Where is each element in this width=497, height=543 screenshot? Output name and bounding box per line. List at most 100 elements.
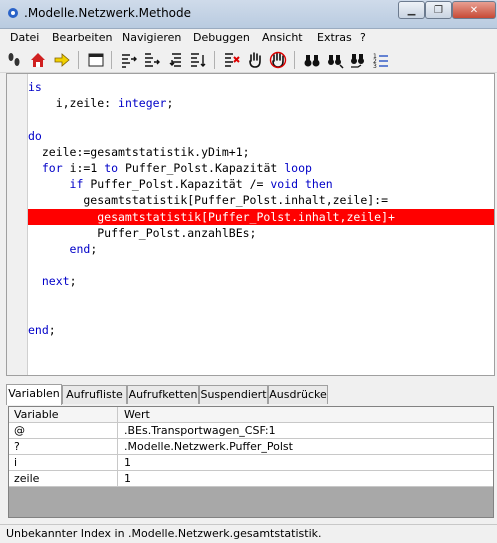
code-text: Puffer_Polst.Kapazität /= [83, 177, 271, 192]
code-line[interactable]: zeile:=gesamtstatistik.yDim+1; [28, 144, 494, 160]
table-row[interactable]: i 1 [9, 455, 493, 471]
stop-hand-icon[interactable] [269, 51, 287, 69]
code-line[interactable]: i,zeile: integer; [28, 95, 494, 111]
keyword: if [69, 177, 84, 192]
keyword: next [41, 274, 70, 289]
variable-name: zeile [9, 471, 118, 486]
minimize-button[interactable]: ▁ [398, 1, 425, 19]
menu-extras[interactable]: Extras [317, 31, 352, 44]
svg-text:3: 3 [373, 63, 377, 69]
menu-debuggen[interactable]: Debuggen [193, 31, 250, 44]
table-header: Variable Wert [9, 407, 493, 423]
maximize-button[interactable]: ❐ [425, 1, 452, 19]
code-text: ; [69, 274, 77, 289]
code-text: zeile:=gesamtstatistik.yDim+1; [28, 144, 250, 159]
toolbar-separator [111, 51, 112, 69]
code-line[interactable] [28, 290, 494, 306]
variable-value: .BEs.Transportwagen_CSF:1 [124, 424, 276, 437]
code-text: Puffer_Polst.Kapazität [118, 161, 285, 175]
tab-aufrufliste[interactable]: Aufrufliste [62, 385, 127, 404]
find-replace-icon[interactable] [326, 51, 344, 69]
code-line[interactable]: next; [28, 273, 494, 289]
keyword: integer [118, 96, 167, 111]
tab-aufrufketten[interactable]: Aufrufketten [127, 385, 199, 404]
breakpoint-icon[interactable] [223, 51, 241, 69]
menu-datei[interactable]: Datei [10, 31, 39, 44]
code-line[interactable]: end; [28, 322, 494, 338]
footsteps-icon[interactable] [5, 51, 23, 69]
menu-bar: Datei Bearbeiten Navigieren Debuggen Ans… [0, 29, 497, 47]
window-title: .Modelle.Netzwerk.Methode [24, 6, 192, 20]
code-text: gesamtstatistik[Puffer_Polst.inhalt,zeil… [28, 209, 395, 224]
app-icon [6, 6, 20, 20]
code-editor[interactable]: is i,zeile: integer; do zeile:=gesamtstat… [6, 73, 495, 376]
toolbar-separator [294, 51, 295, 69]
find-next-icon[interactable] [349, 51, 367, 69]
code-line[interactable]: is [28, 79, 494, 95]
keyword: end [69, 242, 91, 256]
menu-navigieren[interactable]: Navigieren [122, 31, 181, 44]
code-line[interactable]: gesamtstatistik[Puffer_Polst.inhalt,zeil… [28, 192, 494, 208]
status-bar: Unbekannter Index in .Modelle.Netzwerk.g… [0, 524, 497, 543]
table-row[interactable]: ? .Modelle.Netzwerk.Puffer_Polst [9, 439, 493, 455]
keyword: then [304, 177, 333, 192]
variable-name: @ [9, 423, 118, 438]
step-out-icon[interactable] [189, 51, 207, 69]
tab-variablen[interactable]: Variablen [6, 384, 62, 405]
keyword: for [41, 161, 63, 175]
tab-ausdruecke[interactable]: Ausdrücke [268, 385, 328, 404]
variables-table[interactable]: Variable Wert @ .BEs.Transportwagen_CSF:… [8, 406, 494, 518]
table-row[interactable]: @ .BEs.Transportwagen_CSF:1 [9, 423, 493, 439]
home-icon[interactable] [29, 51, 47, 69]
code-text: ; [166, 96, 174, 111]
code-text: ; [90, 242, 98, 256]
code-line[interactable] [28, 306, 494, 322]
menu-bearbeiten[interactable]: Bearbeiten [52, 31, 112, 44]
code-line[interactable]: Puffer_Polst.anzahlBEs; [28, 225, 494, 241]
toolbar-separator [214, 51, 215, 69]
status-message: Unbekannter Index in .Modelle.Netzwerk.g… [6, 527, 322, 540]
table-row[interactable]: zeile 1 [9, 471, 493, 487]
step-back-icon[interactable] [166, 51, 184, 69]
hand-icon[interactable] [246, 51, 264, 69]
binoculars-icon[interactable] [303, 51, 321, 69]
variable-name: ? [9, 439, 118, 454]
variable-value: 1 [124, 472, 131, 485]
variable-name: i [9, 455, 118, 470]
keyword: end [28, 323, 49, 337]
code-line[interactable]: do [28, 128, 494, 144]
keyword: is [28, 80, 42, 94]
current-line[interactable]: gesamtstatistik[Puffer_Polst.inhalt,zeil… [28, 208, 494, 225]
keyword: loop [284, 161, 312, 175]
keyword: void [270, 177, 299, 192]
menu-help[interactable]: ? [360, 31, 366, 44]
line-numbers-icon[interactable]: 123 [372, 51, 390, 69]
keyword: to [104, 161, 119, 175]
code-line[interactable]: end; [28, 241, 494, 257]
menu-ansicht[interactable]: Ansicht [262, 31, 303, 44]
title-bar: .Modelle.Netzwerk.Methode ▁ ❐ ✕ [0, 0, 497, 29]
variable-value: .Modelle.Netzwerk.Puffer_Polst [124, 440, 293, 453]
tab-suspendiert[interactable]: Suspendiert [199, 385, 268, 404]
code-line[interactable]: if Puffer_Polst.Kapazität /= void then [28, 176, 494, 192]
code-text: Puffer_Polst.anzahlBEs; [28, 225, 257, 240]
code-text: i,zeile: [28, 96, 119, 111]
header-variable[interactable]: Variable [9, 407, 118, 422]
code-text: gesamtstatistik[Puffer_Polst.inhalt,zeil… [28, 193, 389, 208]
code-line[interactable] [28, 257, 494, 273]
arrow-icon[interactable] [53, 51, 71, 69]
header-wert[interactable]: Wert [118, 407, 493, 422]
code-line[interactable]: for i:=1 to Puffer_Polst.Kapazität loop [28, 160, 494, 176]
code-line[interactable] [28, 111, 494, 127]
step-over-icon[interactable] [143, 51, 161, 69]
window-icon[interactable] [87, 51, 105, 69]
toolbar-separator [78, 51, 79, 69]
step-into-icon[interactable] [120, 51, 138, 69]
variable-value: 1 [124, 456, 131, 469]
close-button[interactable]: ✕ [452, 1, 496, 19]
